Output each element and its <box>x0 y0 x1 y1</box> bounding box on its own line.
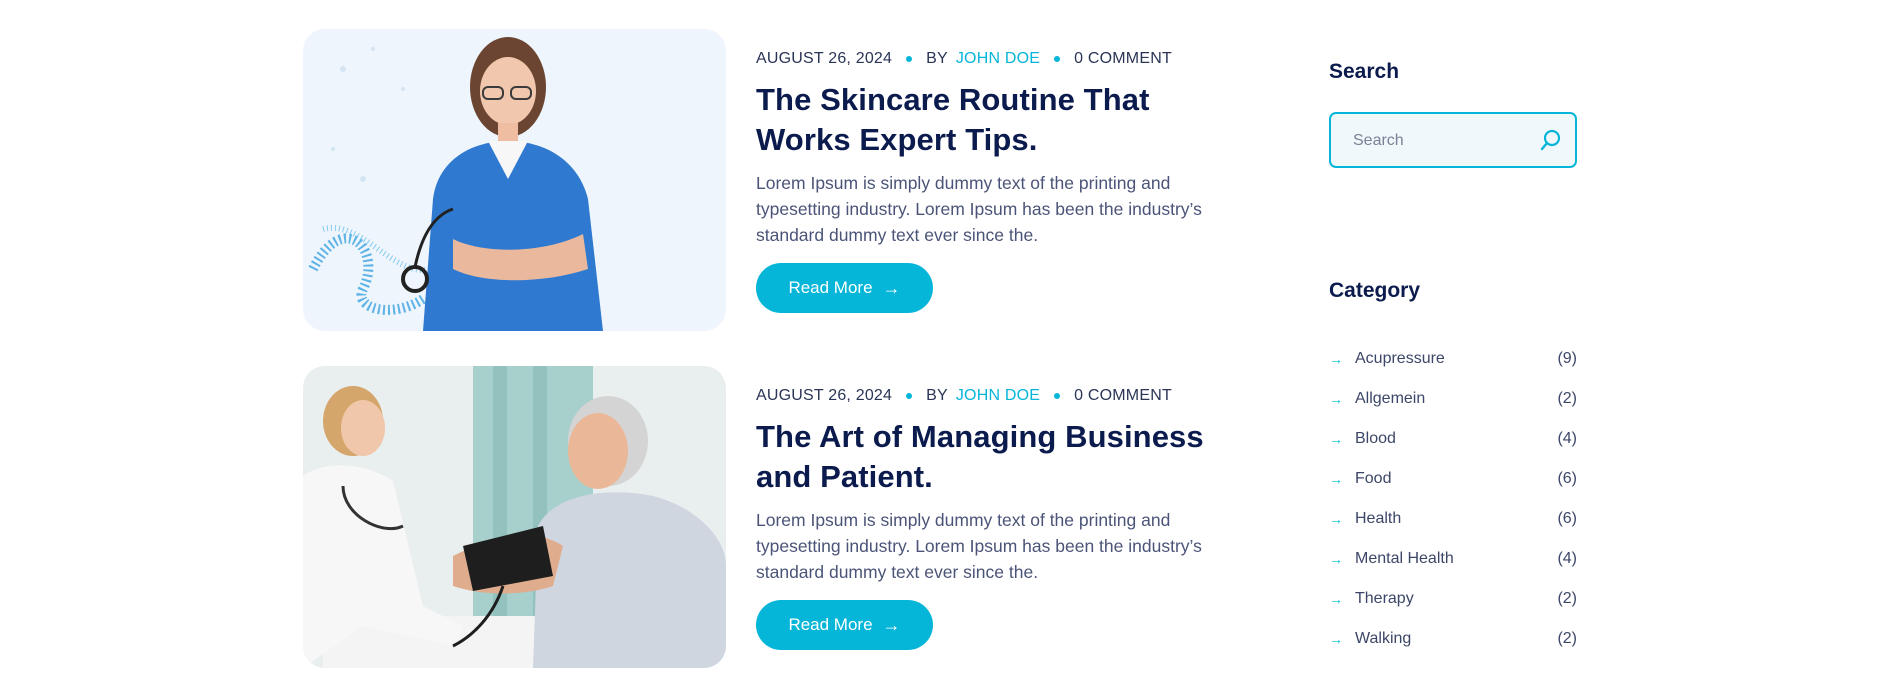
read-more-button[interactable]: Read More → <box>756 263 933 313</box>
post-content: AUGUST 26, 2024 BY JOHN DOE 0 COMMENT Th… <box>756 366 1246 650</box>
post-date: AUGUST 26, 2024 <box>756 387 893 404</box>
category-item[interactable]: → Health (6) <box>1329 499 1581 539</box>
post-author-link[interactable]: JOHN DOE <box>956 50 1040 68</box>
arrow-right-icon: → <box>1329 471 1343 487</box>
category-count: (4) <box>1557 430 1577 447</box>
search-widget-title: Search <box>1329 60 1400 83</box>
arrow-right-icon: → <box>1329 391 1343 407</box>
arrow-right-icon: → <box>882 278 901 298</box>
category-list: → Acupressure (9) → Allgemein (2) → Bloo… <box>1329 339 1581 659</box>
post-comments-link[interactable]: 0 COMMENT <box>1074 387 1172 405</box>
post-by: BY <box>926 387 948 404</box>
category-item[interactable]: → Walking (2) <box>1329 619 1581 659</box>
category-widget-title: Category <box>1329 279 1421 302</box>
category-item[interactable]: → Therapy (2) <box>1329 579 1581 619</box>
meta-dot-icon <box>1054 393 1061 399</box>
category-name: Walking <box>1355 630 1412 647</box>
category-item[interactable]: → Mental Health (4) <box>1329 539 1581 579</box>
doctor-portrait-image <box>303 29 726 331</box>
search-input[interactable] <box>1351 114 1535 168</box>
arrow-right-icon: → <box>1329 351 1343 367</box>
category-name: Health <box>1355 510 1402 527</box>
arrow-right-icon: → <box>1329 591 1343 607</box>
post-excerpt: Lorem Ipsum is simply dummy text of the … <box>756 510 1202 582</box>
read-more-label: Read More <box>788 615 873 634</box>
arrow-right-icon: → <box>1329 551 1343 567</box>
post-by: BY <box>926 50 948 67</box>
search-icon[interactable] <box>1539 128 1563 152</box>
category-count: (2) <box>1557 630 1577 647</box>
category-count: (2) <box>1557 590 1577 607</box>
category-item[interactable]: → Food (6) <box>1329 459 1581 499</box>
category-count: (4) <box>1557 550 1577 567</box>
category-name: Blood <box>1355 430 1396 447</box>
category-name: Food <box>1355 470 1392 487</box>
blog-post: AUGUST 26, 2024 BY JOHN DOE 0 COMMENT Th… <box>303 366 1233 668</box>
read-more-label: Read More <box>788 278 873 297</box>
sidebar: Search Category → Acupressure (9) → Allg… <box>1329 0 1581 682</box>
category-count: (6) <box>1557 510 1577 527</box>
meta-dot-icon <box>906 393 913 399</box>
post-comments-link[interactable]: 0 COMMENT <box>1074 50 1172 68</box>
category-count: (2) <box>1557 390 1577 407</box>
blog-page: AUGUST 26, 2024 BY JOHN DOE 0 COMMENT Th… <box>0 0 1887 682</box>
blog-post: AUGUST 26, 2024 BY JOHN DOE 0 COMMENT Th… <box>303 29 1233 331</box>
doctor-patient-image <box>303 366 726 668</box>
category-name: Mental Health <box>1355 550 1454 567</box>
category-item[interactable]: → Allgemein (2) <box>1329 379 1581 419</box>
post-thumbnail[interactable] <box>303 366 726 668</box>
category-item[interactable]: → Acupressure (9) <box>1329 339 1581 379</box>
post-title[interactable]: The Skincare Routine That Works Expert T… <box>756 80 1246 160</box>
post-meta: AUGUST 26, 2024 BY JOHN DOE 0 COMMENT <box>756 49 1246 69</box>
category-count: (9) <box>1557 350 1577 367</box>
post-author-link[interactable]: JOHN DOE <box>956 387 1040 405</box>
category-name: Acupressure <box>1355 350 1445 367</box>
meta-dot-icon <box>1054 56 1061 62</box>
category-item[interactable]: → Blood (4) <box>1329 419 1581 459</box>
post-title[interactable]: The Art of Managing Business and Patient… <box>756 417 1246 497</box>
post-excerpt: Lorem Ipsum is simply dummy text of the … <box>756 173 1202 245</box>
meta-dot-icon <box>906 56 913 62</box>
post-content: AUGUST 26, 2024 BY JOHN DOE 0 COMMENT Th… <box>756 29 1246 313</box>
category-name: Allgemein <box>1355 390 1426 407</box>
post-date: AUGUST 26, 2024 <box>756 50 893 67</box>
arrow-right-icon: → <box>882 615 901 635</box>
arrow-right-icon: → <box>1329 631 1343 647</box>
arrow-right-icon: → <box>1329 511 1343 527</box>
category-count: (6) <box>1557 470 1577 487</box>
post-thumbnail[interactable] <box>303 29 726 331</box>
arrow-right-icon: → <box>1329 431 1343 447</box>
post-meta: AUGUST 26, 2024 BY JOHN DOE 0 COMMENT <box>756 386 1246 406</box>
search-box <box>1329 112 1577 168</box>
category-name: Therapy <box>1355 590 1414 607</box>
read-more-button[interactable]: Read More → <box>756 600 933 650</box>
